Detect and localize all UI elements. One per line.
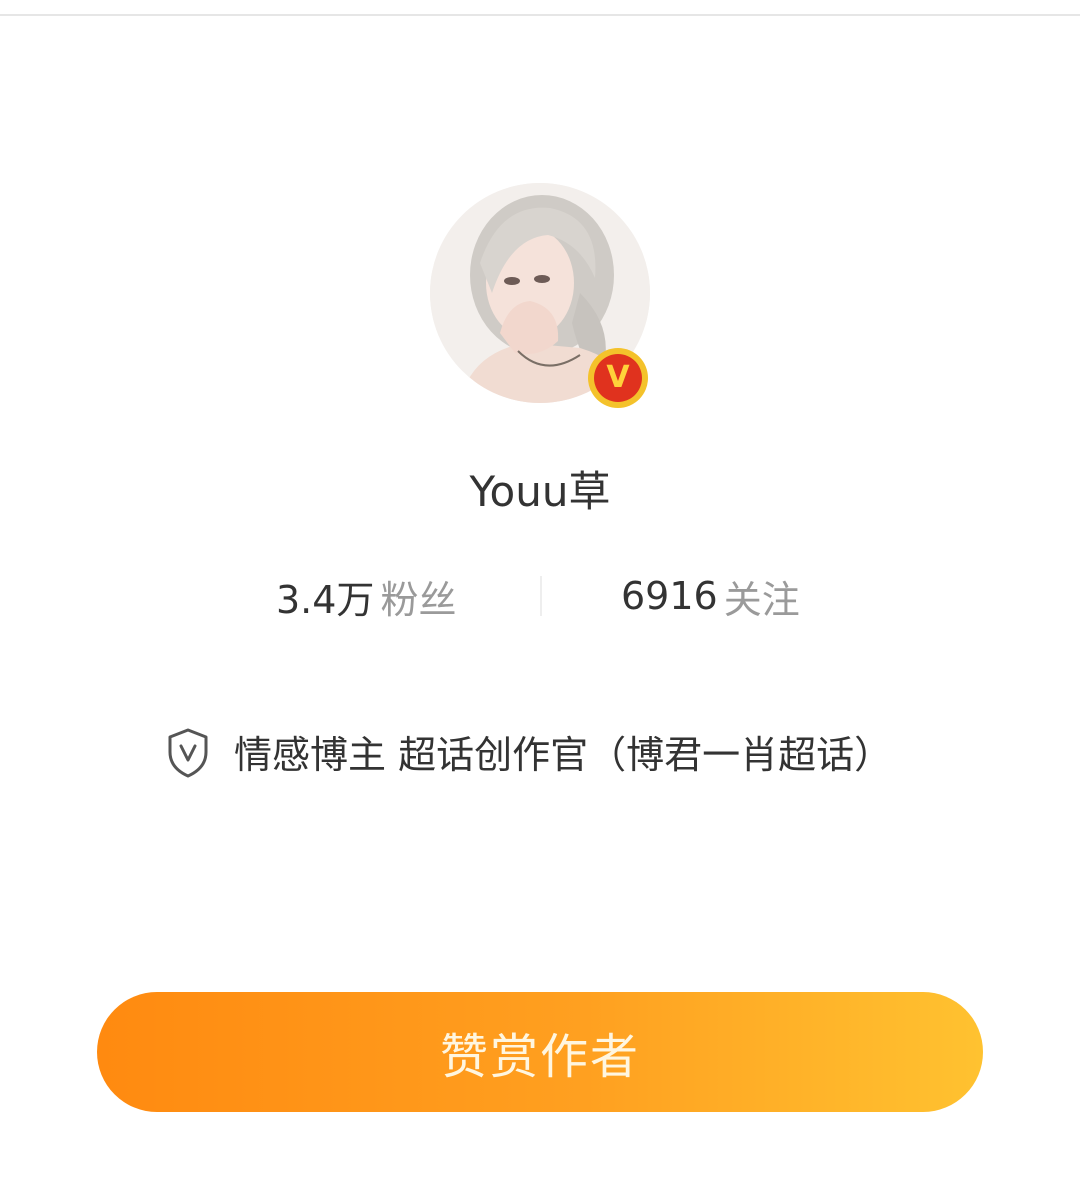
shield-v-icon — [168, 728, 208, 778]
follow-stat[interactable]: 6916 关注 — [621, 568, 800, 624]
verified-badge: V — [588, 348, 648, 408]
reward-author-button[interactable]: 赞赏作者 — [97, 992, 983, 1112]
fans-stat[interactable]: 3.4万 粉丝 — [276, 568, 456, 624]
fans-label: 粉丝 — [380, 577, 457, 622]
stats-divider — [540, 576, 542, 616]
fans-count: 3.4万 — [276, 577, 375, 622]
bio-text: 情感博主 超话创作官（博君一肖超话） — [234, 733, 893, 777]
follow-count: 6916 — [621, 574, 718, 618]
top-divider — [0, 14, 1080, 16]
stats-row: 3.4万 粉丝 6916 关注 — [0, 568, 1080, 624]
verified-v-icon: V — [594, 354, 642, 402]
avatar-container[interactable]: V — [430, 183, 650, 408]
username: Youu草 — [469, 467, 611, 516]
follow-label: 关注 — [723, 577, 800, 622]
